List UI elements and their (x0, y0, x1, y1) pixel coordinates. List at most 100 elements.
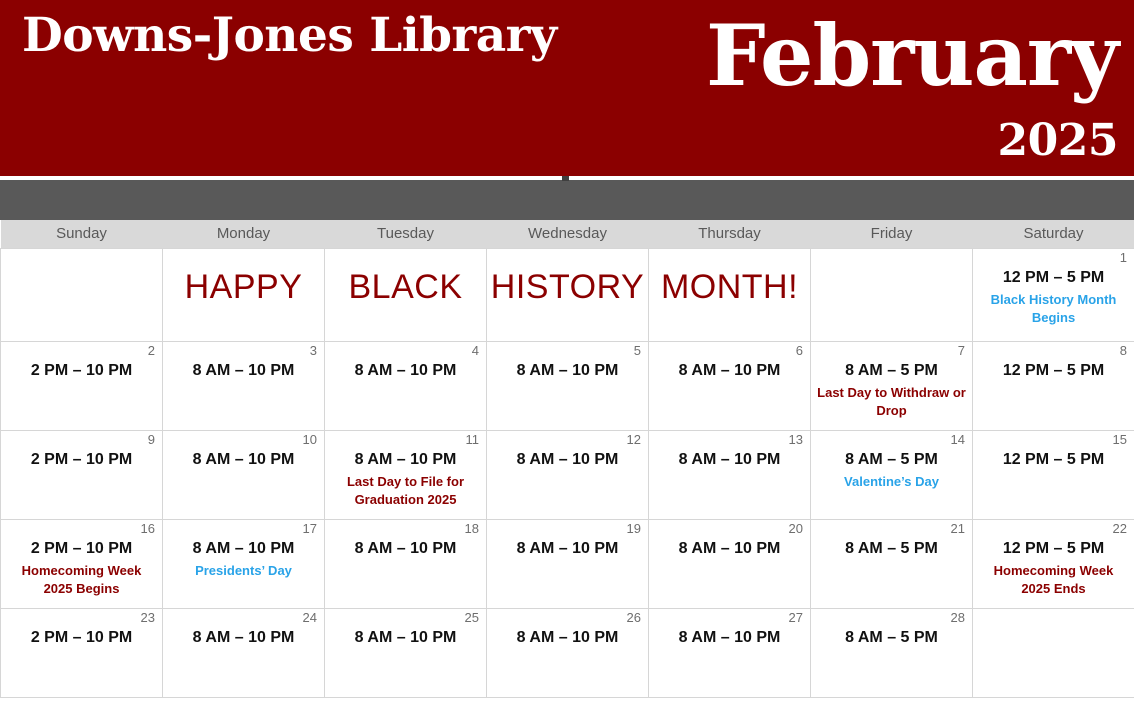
day-number: 15 (1112, 432, 1127, 447)
day-number: 25 (464, 610, 479, 625)
calendar-empty-cell[interactable] (972, 608, 1134, 698)
calendar-day-cell[interactable]: 27 8 AM – 10 PM (648, 608, 811, 698)
library-name-title: Downs-Jones Library (22, 8, 557, 63)
calendar-day-cell[interactable]: 3 8 AM – 10 PM (162, 341, 325, 431)
day-number: 27 (788, 610, 803, 625)
calendar-empty-cell[interactable] (810, 248, 973, 342)
month-calendar-table: Sunday Monday Tuesday Wednesday Thursday… (0, 220, 1134, 698)
calendar-empty-cell[interactable] (0, 248, 163, 342)
black-history-banner-word: HAPPY (184, 268, 303, 306)
calendar-day-cell[interactable]: 5 8 AM – 10 PM (486, 341, 649, 431)
calendar-empty-cell[interactable]: HISTORY (486, 248, 649, 342)
day-number: 8 (1119, 343, 1127, 358)
open-hours: 8 AM – 5 PM (845, 451, 938, 469)
calendar-day-cell[interactable]: 26 8 AM – 10 PM (486, 608, 649, 698)
calendar-empty-cell[interactable]: BLACK (324, 248, 487, 342)
day-number: 17 (302, 521, 317, 536)
calendar-day-cell[interactable]: 8 12 PM – 5 PM (972, 341, 1134, 431)
gray-toolbar-band (0, 176, 1134, 220)
calendar-day-cell[interactable]: 14 8 AM – 5 PM Valentine’s Day (810, 430, 973, 520)
day-number: 12 (626, 432, 641, 447)
calendar-day-cell[interactable]: 9 2 PM – 10 PM (0, 430, 163, 520)
day-event-label: Black History Month Begins (990, 292, 1117, 325)
calendar-day-cell[interactable]: 23 2 PM – 10 PM (0, 608, 163, 698)
day-number: 6 (795, 343, 803, 358)
open-hours: 8 AM – 10 PM (516, 362, 619, 380)
open-hours: 8 AM – 10 PM (192, 629, 295, 647)
calendar-day-cell[interactable]: 1 12 PM – 5 PM Black History Month Begins (972, 248, 1134, 342)
open-hours: 8 AM – 5 PM (845, 629, 938, 647)
calendar-day-cell[interactable]: 19 8 AM – 10 PM (486, 519, 649, 609)
open-hours: 8 AM – 10 PM (516, 629, 619, 647)
day-number: 28 (950, 610, 965, 625)
calendar-week-row: 22 PM – 10 PM 3 8 AM – 10 PM 4 8 AM – 10 PM 5… (0, 341, 1134, 431)
calendar-day-cell[interactable]: 13 8 AM – 10 PM (648, 430, 811, 520)
open-hours: 8 AM – 10 PM (678, 362, 781, 380)
open-hours: 12 PM – 5 PM (1002, 269, 1105, 287)
open-hours: 2 PM – 10 PM (30, 540, 133, 558)
weekday-header-sunday: Sunday (0, 220, 163, 249)
calendar-day-cell[interactable]: 20 8 AM – 10 PM (648, 519, 811, 609)
day-number: 9 (147, 432, 155, 447)
calendar-day-cell[interactable]: 12 8 AM – 10 PM (486, 430, 649, 520)
day-number: 16 (140, 521, 155, 536)
calendar-day-cell[interactable]: 15 12 PM – 5 PM (972, 430, 1134, 520)
open-hours: 8 AM – 10 PM (354, 362, 457, 380)
day-number (973, 609, 1134, 626)
day-number: 10 (302, 432, 317, 447)
open-hours: 8 AM – 10 PM (678, 540, 781, 558)
calendar-day-cell[interactable]: 24 8 AM – 10 PM (162, 608, 325, 698)
year-title: 2025 (997, 115, 1119, 166)
open-hours: 8 AM – 10 PM (192, 451, 295, 469)
calendar-day-cell[interactable]: 17 8 AM – 10 PM Presidents’ Day (162, 519, 325, 609)
calendar-day-cell[interactable]: 4 8 AM – 10 PM (324, 341, 487, 431)
day-number: 7 (957, 343, 965, 358)
weekday-header-saturday: Saturday (972, 220, 1134, 249)
open-hours: 8 AM – 10 PM (516, 540, 619, 558)
day-number: 2 (147, 343, 155, 358)
calendar-day-cell[interactable]: 2 2 PM – 10 PM (0, 341, 163, 431)
masthead-banner: Downs-Jones Library February 2025 (0, 0, 1134, 176)
calendar-day-cell[interactable]: 7 8 AM – 5 PM Last Day to Withdraw or Drop (810, 341, 973, 431)
open-hours: 8 AM – 5 PM (845, 540, 938, 558)
calendar-day-cell[interactable]: 25 8 AM – 10 PM (324, 608, 487, 698)
open-hours: 8 AM – 5 PM (845, 362, 938, 380)
day-number: 5 (633, 343, 641, 358)
day-number: 24 (302, 610, 317, 625)
calendar-day-cell[interactable]: 21 8 AM – 5 PM (810, 519, 973, 609)
day-event-label: Presidents’ Day (195, 563, 292, 579)
black-history-banner-word: MONTH! (660, 268, 799, 306)
calendar-day-cell[interactable]: 28 8 AM – 5 PM (810, 608, 973, 698)
band-notch-artifact (562, 176, 569, 181)
day-number: 23 (140, 610, 155, 625)
day-number: 20 (788, 521, 803, 536)
open-hours: 2 PM – 10 PM (30, 629, 133, 647)
open-hours: 2 PM – 10 PM (30, 362, 133, 380)
weekday-header-wednesday: Wednesday (486, 220, 649, 249)
day-number: 3 (309, 343, 317, 358)
calendar-empty-cell[interactable]: MONTH! (648, 248, 811, 342)
calendar-day-cell[interactable]: 16 2 PM – 10 PM Homecoming Week 2025 Begin… (0, 519, 163, 609)
day-number: 13 (788, 432, 803, 447)
day-event-label: Last Day to File for Graduation 2025 (346, 474, 465, 507)
day-event-label: Last Day to Withdraw or Drop (817, 385, 966, 418)
calendar-day-cell[interactable]: 11 8 AM – 10 PM Last Day to File for Gradu… (324, 430, 487, 520)
weekday-header-monday: Monday (162, 220, 325, 249)
calendar-empty-cell[interactable]: HAPPY (162, 248, 325, 342)
black-history-banner-word: BLACK (348, 268, 463, 306)
calendar-page: Downs-Jones Library February 2025 Sunday… (0, 0, 1134, 720)
open-hours: 8 AM – 10 PM (354, 451, 457, 469)
calendar-day-cell[interactable]: 6 8 AM – 10 PM (648, 341, 811, 431)
calendar-day-cell[interactable]: 22 12 PM – 5 PM Homecoming Week 2025 Ends (972, 519, 1134, 609)
calendar-day-cell[interactable]: 18 8 AM – 10 PM (324, 519, 487, 609)
open-hours: 8 AM – 10 PM (354, 629, 457, 647)
day-number (811, 249, 972, 266)
open-hours: 8 AM – 10 PM (678, 451, 781, 469)
day-number: 4 (471, 343, 479, 358)
weekday-header-thursday: Thursday (648, 220, 811, 249)
open-hours: 12 PM – 5 PM (1002, 451, 1105, 469)
calendar-week-row: 16 2 PM – 10 PM Homecoming Week 2025 Begin… (0, 519, 1134, 609)
calendar-day-cell[interactable]: 10 8 AM – 10 PM (162, 430, 325, 520)
day-event-label: Homecoming Week 2025 Begins (21, 563, 142, 596)
day-number: 21 (950, 521, 965, 536)
